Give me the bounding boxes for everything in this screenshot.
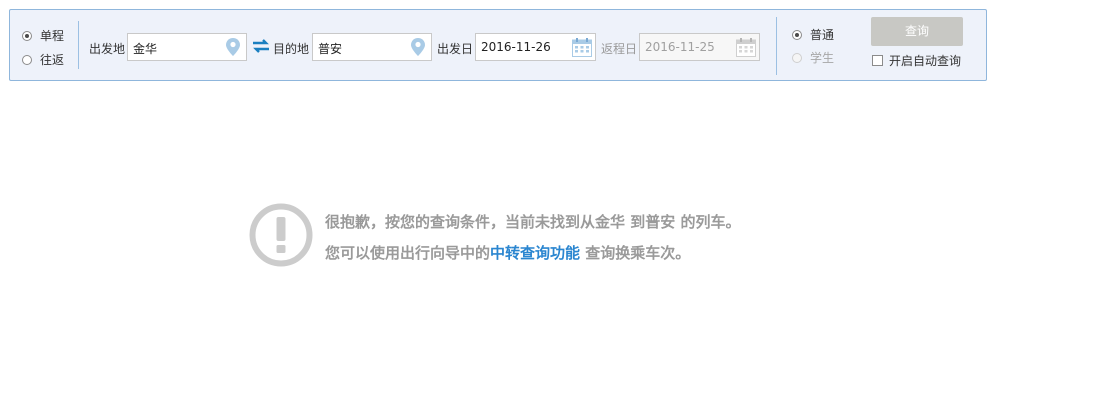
divider-right <box>776 17 777 75</box>
location-pin-icon[interactable] <box>411 38 425 56</box>
location-pin-icon[interactable] <box>226 38 240 56</box>
radio-one-way-dot[interactable] <box>22 30 32 41</box>
to-value: 普安 <box>318 42 343 56</box>
radio-adult-dot[interactable] <box>792 29 802 40</box>
radio-student[interactable]: 学生 <box>792 49 834 66</box>
return-date-placeholder: 2016-11-25 <box>645 40 715 54</box>
radio-student-label: 学生 <box>810 51 835 65</box>
return-date-label: 返程日 <box>601 42 638 56</box>
swap-arrows-icon[interactable] <box>252 38 270 54</box>
radio-adult[interactable]: 普通 <box>792 26 834 43</box>
from-input[interactable]: 金华 <box>127 33 247 61</box>
radio-round-trip-dot[interactable] <box>22 54 32 65</box>
exclamation-circle-icon <box>249 203 313 267</box>
to-input[interactable]: 普安 <box>312 33 432 61</box>
calendar-icon[interactable] <box>572 38 592 57</box>
radio-adult-label: 普通 <box>810 28 835 42</box>
auto-query-label: 开启自动查询 <box>889 54 962 68</box>
no-result-message: 很抱歉，按您的查询条件，当前未找到从金华 到普安 的列车。您可以使用出行向导中的… <box>325 207 755 269</box>
auto-query-checkbox[interactable]: 开启自动查询 <box>872 52 961 69</box>
transfer-query-link[interactable]: 中转查询功能 <box>490 244 580 262</box>
from-label: 出发地 <box>89 42 126 56</box>
radio-round-trip-label: 往返 <box>40 53 65 67</box>
divider-left <box>78 21 79 69</box>
from-value: 金华 <box>133 42 158 56</box>
radio-round-trip[interactable]: 往返 <box>22 51 64 68</box>
radio-one-way[interactable]: 单程 <box>22 27 64 44</box>
depart-date-value: 2016-11-26 <box>481 40 551 54</box>
depart-date-input[interactable]: 2016-11-26 <box>475 33 596 61</box>
depart-date-label: 出发日 <box>437 42 474 56</box>
calendar-icon[interactable] <box>736 38 756 57</box>
radio-student-dot[interactable] <box>792 52 802 63</box>
auto-query-box[interactable] <box>872 55 883 66</box>
return-date-input[interactable]: 2016-11-25 <box>639 33 760 61</box>
to-label: 目的地 <box>273 42 310 56</box>
no-result-text-tail: 查询换乘车次。 <box>580 244 691 262</box>
radio-one-way-label: 单程 <box>40 29 65 43</box>
query-button[interactable]: 查询 <box>871 17 963 46</box>
